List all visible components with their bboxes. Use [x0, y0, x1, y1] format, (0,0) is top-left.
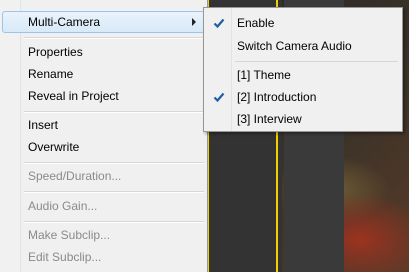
submenu-item-switch-camera-audio[interactable]: Switch Camera Audio	[204, 35, 402, 57]
submenu-separator	[235, 61, 398, 62]
menu-item-label: Speed/Duration...	[28, 169, 122, 183]
menu-item-label: Audio Gain...	[28, 199, 98, 213]
submenu-item-label: Enable	[237, 16, 275, 30]
submenu-item-label: [3] Interview	[237, 112, 302, 126]
submenu-item-enable[interactable]: Enable	[204, 12, 402, 34]
menu-item-audio-gain[interactable]: Audio Gain...	[0, 195, 207, 217]
menu-separator	[24, 191, 204, 193]
menu-separator	[24, 37, 204, 39]
menu-separator	[24, 111, 204, 113]
menu-item-label: Rename	[28, 67, 74, 81]
context-menu: Multi-Camera Properties Rename Reveal in…	[0, 0, 208, 272]
menu-item-edit-subclip[interactable]: Edit Subclip...	[0, 246, 207, 268]
menu-item-reveal-in-project[interactable]: Reveal in Project	[0, 85, 207, 107]
menu-item-overwrite[interactable]: Overwrite	[0, 136, 207, 158]
menu-item-make-subclip[interactable]: Make Subclip...	[0, 224, 207, 246]
multi-camera-submenu: Enable Switch Camera Audio [1] Theme [2]…	[203, 7, 403, 132]
menu-item-speed-duration[interactable]: Speed/Duration...	[0, 165, 207, 187]
menu-separator	[24, 221, 204, 223]
submenu-item-label: [1] Theme	[237, 68, 291, 82]
menu-item-insert[interactable]: Insert	[0, 114, 207, 136]
submenu-item-label: Switch Camera Audio	[237, 39, 352, 53]
submenu-item-camera-1-theme[interactable]: [1] Theme	[204, 64, 402, 86]
menu-item-label: Edit Subclip...	[28, 250, 102, 264]
submenu-item-camera-2-introduction[interactable]: [2] Introduction	[204, 86, 402, 108]
menu-item-label: Properties	[28, 45, 83, 59]
menu-item-label: Insert	[28, 118, 59, 132]
menu-item-label: Multi-Camera	[28, 15, 101, 29]
menu-item-label: Overwrite	[28, 140, 80, 154]
menu-item-multi-camera[interactable]: Multi-Camera	[2, 11, 205, 33]
chevron-right-icon	[192, 18, 196, 26]
menu-item-properties[interactable]: Properties	[0, 41, 207, 63]
menu-item-label: Make Subclip...	[28, 228, 111, 242]
checkmark-icon	[211, 86, 227, 108]
menu-separator	[24, 162, 204, 164]
submenu-item-label: [2] Introduction	[237, 90, 317, 104]
submenu-item-camera-3-interview[interactable]: [3] Interview	[204, 108, 402, 130]
menu-item-label: Reveal in Project	[28, 89, 119, 103]
checkmark-icon	[211, 12, 227, 34]
menu-item-rename[interactable]: Rename	[0, 63, 207, 85]
